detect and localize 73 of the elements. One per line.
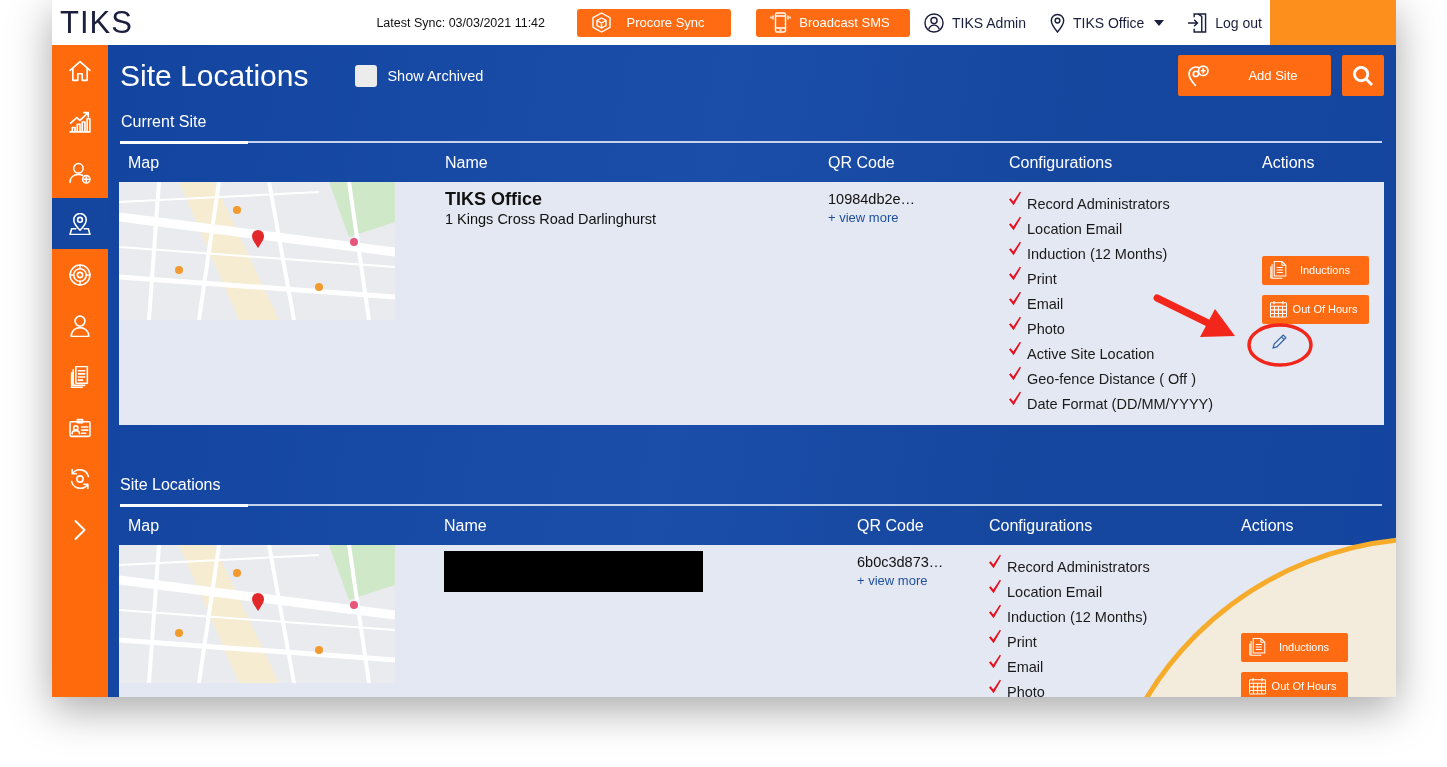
site-name: TIKS Office bbox=[445, 188, 543, 210]
section-title: Site Locations bbox=[119, 476, 222, 495]
inductions-button[interactable]: Inductions bbox=[1262, 255, 1369, 285]
configuration-label: Date Format (DD/MM/YYYY) bbox=[1027, 395, 1214, 412]
sidebar-item[interactable] bbox=[52, 198, 108, 249]
calendar-icon bbox=[1270, 300, 1287, 318]
column-header: Configurations bbox=[1009, 153, 1113, 172]
checkbox-label: Show Archived bbox=[387, 67, 484, 84]
configuration-label: Induction (12 Months) bbox=[1027, 245, 1168, 262]
search-icon bbox=[1353, 65, 1373, 86]
user-plus-icon bbox=[69, 161, 91, 184]
inductions-button[interactable]: Inductions bbox=[1241, 632, 1348, 662]
column-header: Actions bbox=[1241, 516, 1294, 535]
configuration-label: Location Email bbox=[1027, 220, 1123, 237]
configuration-label: Geo-fence Distance ( Off ) bbox=[1027, 370, 1196, 387]
configuration-label: Email bbox=[1007, 658, 1044, 675]
column-header: Name bbox=[444, 516, 487, 535]
logout-icon bbox=[1187, 12, 1208, 33]
column-header: Map bbox=[128, 153, 160, 172]
column-header: Actions bbox=[1262, 153, 1315, 172]
configuration-label: Print bbox=[1027, 270, 1057, 287]
configuration-label: Location Email bbox=[1007, 583, 1103, 600]
target-icon bbox=[69, 263, 91, 286]
user-icon bbox=[69, 314, 91, 337]
document-icon bbox=[1249, 638, 1266, 656]
configuration-label: Email bbox=[1027, 295, 1064, 312]
page-title: Site Locations bbox=[120, 58, 309, 93]
cube-icon bbox=[591, 12, 613, 33]
column-header: Name bbox=[445, 153, 488, 172]
site-address: 1 Kings Cross Road Darlinghurst bbox=[445, 210, 658, 228]
location-dropdown[interactable]: TIKS Office bbox=[1049, 12, 1165, 33]
configuration-label: Photo bbox=[1027, 320, 1065, 337]
caret-down-icon bbox=[1154, 19, 1165, 26]
search-button[interactable] bbox=[1342, 55, 1384, 96]
section-title: Current Site bbox=[120, 113, 208, 132]
map-pin-icon bbox=[69, 212, 91, 235]
configuration-label: Induction (12 Months) bbox=[1007, 608, 1148, 625]
user-circle-icon bbox=[924, 12, 945, 33]
configuration-label: Active Site Location bbox=[1027, 345, 1155, 362]
view-more-link[interactable]: + view more bbox=[828, 210, 899, 225]
document-icon bbox=[1270, 261, 1287, 279]
broadcast-button[interactable]: Broadcast SMS bbox=[756, 8, 911, 37]
view-more-link[interactable]: + view more bbox=[857, 573, 928, 588]
sync-button[interactable]: Procore Sync bbox=[577, 8, 732, 37]
location-pin-icon bbox=[1049, 12, 1065, 33]
calendar-icon bbox=[1249, 677, 1266, 695]
configuration-label: Photo bbox=[1007, 683, 1045, 697]
documents-icon bbox=[69, 365, 91, 388]
column-header: Configurations bbox=[989, 516, 1093, 535]
add-site-button[interactable]: Add Site bbox=[1178, 55, 1331, 96]
edit-button[interactable] bbox=[1271, 333, 1287, 350]
qr-code-text: 10984db2e… bbox=[828, 190, 917, 208]
sync-icon bbox=[69, 467, 91, 490]
column-header: QR Code bbox=[828, 153, 895, 172]
column-header: QR Code bbox=[857, 516, 924, 535]
configuration-label: Record Administrators bbox=[1007, 558, 1150, 575]
configuration-label: Print bbox=[1007, 633, 1037, 650]
configuration-label: Record Administrators bbox=[1027, 195, 1170, 212]
logo: TIKS bbox=[60, 4, 133, 41]
out-of-hours-button[interactable]: Out Of Hours bbox=[1241, 671, 1348, 697]
qr-code-text: 6b0c3d873… bbox=[857, 553, 945, 571]
id-card-icon bbox=[69, 416, 91, 439]
logout-button[interactable]: Log out bbox=[1187, 12, 1262, 33]
bar-chart-icon bbox=[69, 110, 91, 133]
pin-plus-icon bbox=[1188, 64, 1209, 87]
user-menu[interactable]: TIKS Admin bbox=[924, 12, 1026, 33]
out-of-hours-button[interactable]: Out Of Hours bbox=[1262, 294, 1369, 324]
latest-sync-text: Latest Sync: 03/03/2021 11:42 bbox=[376, 15, 546, 30]
column-header: Map bbox=[128, 516, 160, 535]
archived-checkbox[interactable] bbox=[355, 64, 378, 87]
pencil-icon bbox=[1271, 334, 1287, 349]
phone-icon bbox=[770, 12, 792, 33]
home-icon bbox=[69, 59, 91, 82]
